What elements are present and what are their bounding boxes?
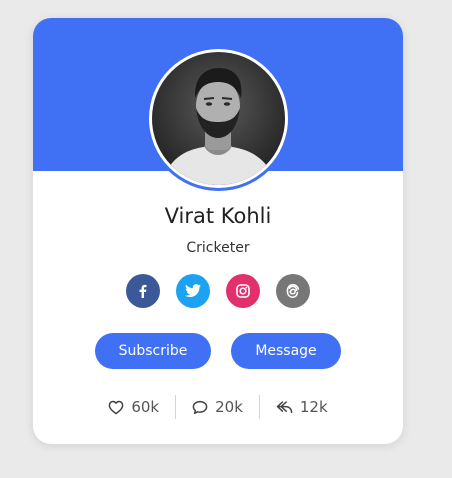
threads-link[interactable] [276,274,310,308]
shares-count: 12k [299,398,328,416]
comments-count: 20k [215,398,243,416]
profile-name: Virat Kohli [164,204,272,228]
likes-stat[interactable]: 60k [92,398,175,416]
profile-role: Cricketer [186,240,250,256]
likes-count: 60k [131,398,160,416]
social-links [126,274,310,308]
shares-stat[interactable]: 12k [260,398,344,416]
comment-icon [192,400,208,415]
subscribe-button[interactable]: Subscribe [95,333,211,369]
twitter-link[interactable] [176,274,210,308]
profile-photo [152,52,285,185]
comments-stat[interactable]: 20k [176,398,259,416]
instagram-icon [236,284,250,298]
stats-bar: 60k 20k 12k [33,395,403,419]
threads-icon [285,283,301,299]
facebook-link[interactable] [126,274,160,308]
action-buttons: Subscribe Message [95,333,341,369]
twitter-icon [185,284,201,298]
avatar [146,46,291,191]
heart-icon [108,400,124,415]
share-icon [276,400,293,414]
message-button[interactable]: Message [231,333,341,369]
instagram-link[interactable] [226,274,260,308]
profile-card: Virat Kohli Cricketer Subscribe Message [33,18,403,444]
facebook-icon [136,284,150,298]
